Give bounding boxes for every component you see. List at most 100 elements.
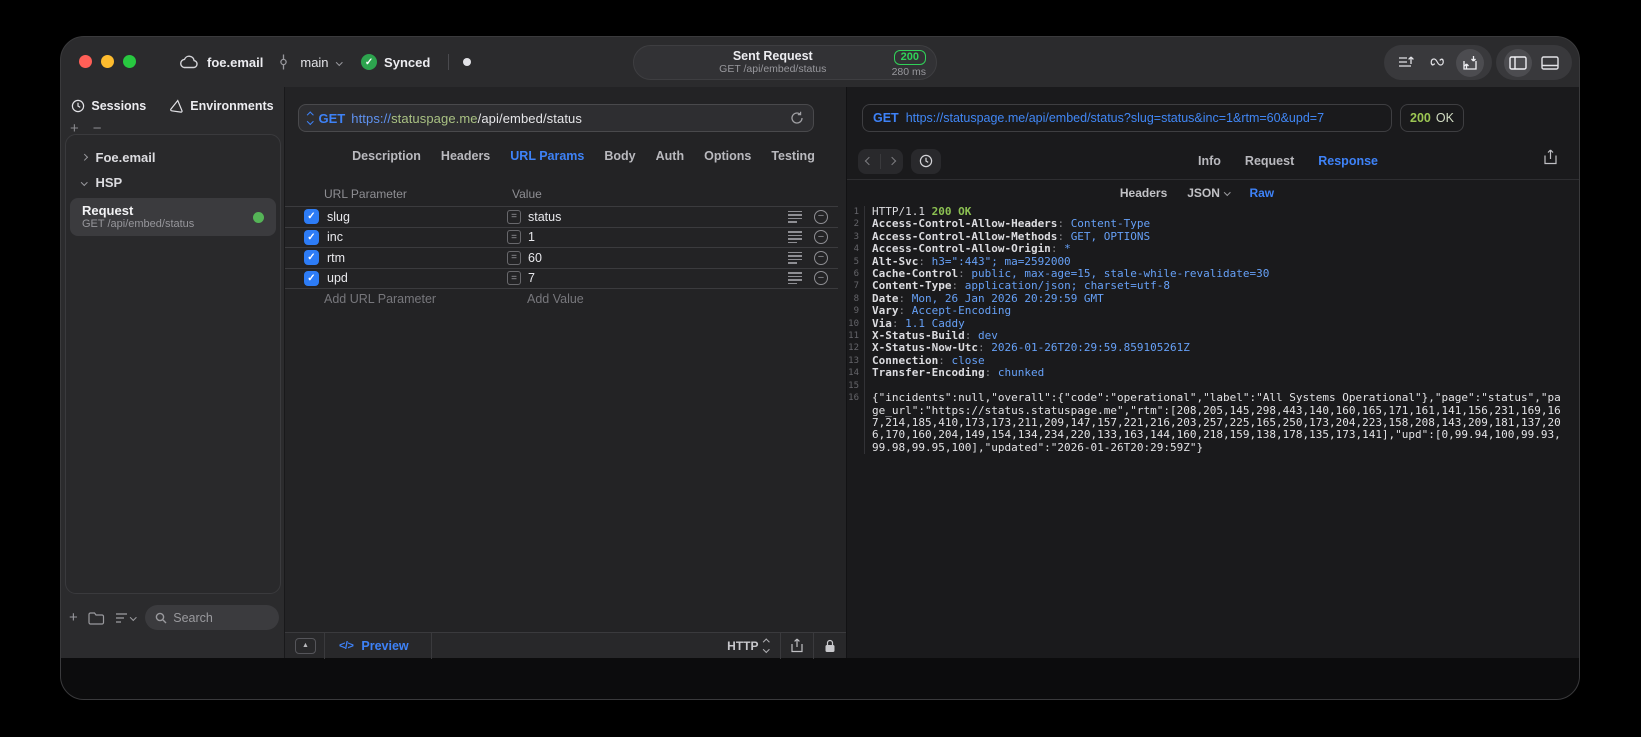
add-param-row[interactable]: Add URL Parameter Add Value	[285, 288, 838, 309]
response-line: 14 Transfer-Encoding: chunked	[847, 367, 1565, 380]
method-stepper-icon[interactable]	[307, 111, 314, 125]
branch-name[interactable]: main	[300, 55, 328, 70]
resend-request-icon[interactable]	[790, 111, 804, 125]
param-enabled-checkbox[interactable]: ✓	[304, 270, 319, 286]
history-forward-icon[interactable]	[881, 156, 903, 166]
line-number: 13	[848, 355, 859, 366]
close-window-button[interactable]	[79, 55, 92, 68]
remove-param-icon[interactable]: −	[814, 209, 828, 224]
minimize-window-button[interactable]	[101, 55, 114, 68]
response-subtabs: Headers JSON Raw	[847, 179, 1579, 206]
response-panel: GET https://statuspage.me/api/embed/stat…	[846, 87, 1579, 658]
lock-icon[interactable]	[814, 639, 846, 653]
preview-button[interactable]: </> Preview	[325, 639, 431, 653]
subtab-json[interactable]: JSON	[1187, 186, 1231, 200]
share-request-icon[interactable]	[781, 638, 813, 653]
param-value-field[interactable]: 60	[528, 251, 788, 265]
sidebar-toggle-icon[interactable]	[1504, 48, 1532, 77]
protocol-selector[interactable]: HTTP	[727, 639, 780, 653]
sort-list-icon[interactable]	[115, 612, 137, 624]
request-footer: ▲ </> Preview HTTP	[285, 632, 846, 659]
flow-icon[interactable]	[1424, 49, 1452, 77]
import-export-icon[interactable]	[1456, 48, 1484, 77]
tab-sessions[interactable]: Sessions	[71, 99, 146, 113]
tab-url-params[interactable]: URL Params	[510, 149, 584, 163]
param-name-field[interactable]: inc	[327, 230, 507, 244]
tab-body[interactable]: Body	[604, 149, 635, 163]
subtab-headers[interactable]: Headers	[1120, 186, 1167, 200]
tab-description[interactable]: Description	[352, 149, 421, 163]
code-icon: </>	[339, 639, 354, 652]
add-item-icon[interactable]: +	[69, 609, 78, 626]
request-url-input[interactable]: GET https://statuspage.me/api/embed/stat…	[298, 104, 814, 132]
history-back-icon[interactable]	[858, 156, 880, 166]
history-clock-icon[interactable]	[911, 148, 941, 174]
params-table-header: URL Parameter Value	[285, 187, 838, 201]
add-param-name-placeholder[interactable]: Add URL Parameter	[324, 292, 527, 306]
param-name-field[interactable]: rtm	[327, 251, 507, 265]
response-tabs: Info Request Response	[941, 154, 1579, 168]
param-name-field[interactable]: slug	[327, 210, 507, 224]
request-list-icon[interactable]	[1392, 49, 1420, 77]
line-number: 7	[853, 281, 859, 292]
line-number: 10	[848, 318, 859, 329]
response-url: https://statuspage.me/api/embed/status?s…	[905, 111, 1325, 125]
add-param-value-placeholder[interactable]: Add Value	[527, 292, 584, 306]
search-input[interactable]: Search	[145, 605, 279, 630]
param-enabled-checkbox[interactable]: ✓	[304, 250, 319, 266]
row-options-icon[interactable]	[788, 231, 802, 244]
new-folder-icon[interactable]	[88, 611, 105, 625]
subtab-raw[interactable]: Raw	[1249, 186, 1274, 200]
remove-param-icon[interactable]: −	[814, 271, 828, 286]
response-body[interactable]: 1 HTTP/1.1 200 OK 2 Access-Control-Allow…	[847, 206, 1565, 658]
request-status-dot	[253, 211, 264, 223]
remove-param-icon[interactable]: −	[814, 230, 828, 245]
project-name[interactable]: foe.email	[207, 55, 263, 70]
tab-auth[interactable]: Auth	[656, 149, 684, 163]
param-value-field[interactable]: 7	[528, 271, 788, 285]
response-nav: Info Request Response	[847, 143, 1579, 179]
chevron-down-icon[interactable]	[335, 58, 342, 66]
remove-param-icon[interactable]: −	[814, 250, 828, 265]
equals-icon: =	[507, 209, 521, 224]
row-options-icon[interactable]	[788, 251, 802, 264]
tab-options[interactable]: Options	[704, 149, 751, 163]
sidebar: Sessions Environments + − Foe.email HSP	[61, 87, 284, 658]
tab-headers[interactable]: Headers	[441, 149, 490, 163]
param-value-field[interactable]: status	[528, 210, 788, 224]
tab-testing[interactable]: Testing	[771, 149, 815, 163]
request-item-title: Request	[82, 202, 134, 218]
request-status-pill[interactable]: Sent Request GET /api/embed/status 200 2…	[633, 45, 937, 80]
row-options-icon[interactable]	[788, 272, 802, 285]
tab-info[interactable]: Info	[1198, 154, 1221, 168]
request-list-item[interactable]: Request GET /api/embed/status	[70, 198, 276, 236]
collapse-editor-icon[interactable]: ▲	[295, 637, 316, 654]
response-url-box[interactable]: GET https://statuspage.me/api/embed/stat…	[862, 104, 1392, 132]
export-response-icon[interactable]	[1544, 149, 1557, 165]
response-method: GET	[873, 111, 899, 125]
chevron-right-icon[interactable]	[81, 154, 88, 161]
line-number: 4	[853, 244, 859, 255]
param-enabled-checkbox[interactable]: ✓	[304, 229, 319, 245]
param-enabled-checkbox[interactable]: ✓	[304, 209, 319, 225]
request-method[interactable]: GET	[319, 111, 346, 126]
chevron-down-icon	[129, 614, 137, 621]
session-tree: Foe.email HSP	[70, 145, 276, 195]
request-duration: 280 ms	[891, 66, 926, 79]
chevron-down-icon[interactable]	[81, 179, 88, 186]
bottom-panel-toggle-icon[interactable]	[1536, 49, 1564, 77]
tree-item-foe-email[interactable]: Foe.email	[70, 145, 276, 170]
zoom-window-button[interactable]	[123, 55, 136, 68]
tab-environments[interactable]: Environments	[170, 99, 274, 113]
tab-response[interactable]: Response	[1318, 154, 1378, 168]
toolbar-group-left	[1384, 45, 1492, 80]
tree-item-hsp[interactable]: HSP	[70, 170, 276, 195]
param-name-field[interactable]: upd	[327, 271, 507, 285]
url-scheme: https://	[351, 110, 392, 126]
sync-status[interactable]: ✓ Synced	[361, 54, 430, 70]
equals-icon: =	[507, 250, 521, 265]
tab-request[interactable]: Request	[1245, 154, 1294, 168]
param-value-field[interactable]: 1	[528, 230, 788, 244]
row-options-icon[interactable]	[788, 210, 802, 223]
url-host: statuspage.me	[391, 110, 478, 126]
